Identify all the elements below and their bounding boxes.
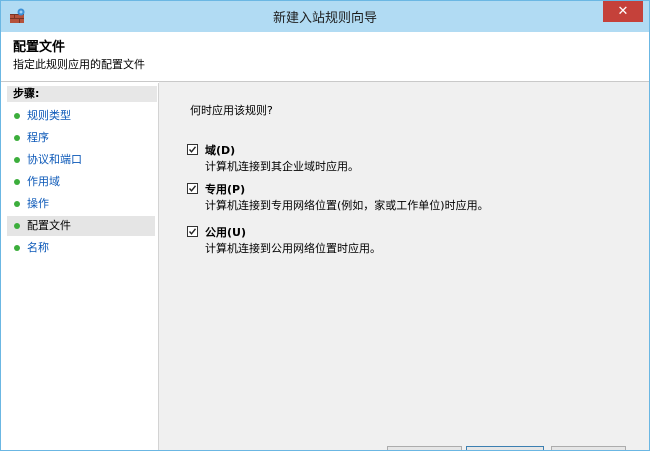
step-scope[interactable]: 作用域 — [7, 172, 155, 192]
step-name[interactable]: 名称 — [7, 238, 155, 258]
title-bar[interactable]: 新建入站规则向导 ✕ — [1, 1, 649, 32]
step-label: 操作 — [27, 197, 49, 210]
step-bullet-icon — [14, 201, 20, 207]
domain-description: 计算机连接到其企业域时应用。 — [205, 160, 359, 173]
step-bullet-icon — [14, 113, 20, 119]
domain-label[interactable]: 域(D) — [205, 142, 235, 158]
steps-title: 步骤: — [7, 86, 157, 102]
cancel-button[interactable] — [551, 446, 626, 450]
next-button[interactable] — [466, 446, 544, 450]
step-profile[interactable]: 配置文件 — [7, 216, 155, 236]
wizard-window: 新建入站规则向导 ✕ 配置文件 指定此规则应用的配置文件 步骤: 规则类型 程序… — [0, 0, 650, 451]
checkmark-icon — [188, 146, 197, 153]
private-checkbox[interactable] — [187, 183, 198, 194]
step-protocol-ports[interactable]: 协议和端口 — [7, 150, 155, 170]
profile-question: 何时应用该规则? — [190, 104, 273, 117]
step-label: 作用域 — [27, 175, 60, 188]
public-description: 计算机连接到公用网络位置时应用。 — [205, 242, 381, 255]
checkmark-icon — [188, 228, 197, 235]
domain-checkbox[interactable] — [187, 144, 198, 155]
close-icon: ✕ — [617, 4, 629, 19]
window-title: 新建入站规则向导 — [272, 11, 377, 26]
page-title: 配置文件 — [13, 40, 66, 55]
step-label: 协议和端口 — [27, 153, 82, 166]
step-label: 规则类型 — [27, 109, 71, 122]
steps-sidebar: 步骤: 规则类型 程序 协议和端口 作用域 操作 配置文件 名称 — [7, 86, 157, 450]
step-rule-type[interactable]: 规则类型 — [7, 106, 155, 126]
private-label[interactable]: 专用(P) — [205, 181, 245, 197]
public-label[interactable]: 公用(U) — [205, 224, 246, 240]
public-checkbox[interactable] — [187, 226, 198, 237]
main-content: 何时应用该规则? 域(D) 计算机连接到其企业域时应用。 专用(P) 计算机连接… — [159, 82, 649, 450]
step-bullet-icon — [14, 179, 20, 185]
step-bullet-icon — [14, 223, 20, 229]
page-subtitle: 指定此规则应用的配置文件 — [13, 58, 145, 71]
private-description: 计算机连接到专用网络位置(例如，家或工作单位)时应用。 — [205, 199, 489, 212]
step-bullet-icon — [14, 135, 20, 141]
step-action[interactable]: 操作 — [7, 194, 155, 214]
step-label: 名称 — [27, 241, 49, 254]
checkmark-icon — [188, 185, 197, 192]
step-label: 配置文件 — [27, 219, 71, 232]
back-button[interactable] — [387, 446, 462, 450]
step-label: 程序 — [27, 131, 49, 144]
step-bullet-icon — [14, 245, 20, 251]
close-button[interactable]: ✕ — [603, 1, 643, 22]
step-program[interactable]: 程序 — [7, 128, 155, 148]
page-header: 配置文件 指定此规则应用的配置文件 — [1, 32, 649, 82]
step-bullet-icon — [14, 157, 20, 163]
